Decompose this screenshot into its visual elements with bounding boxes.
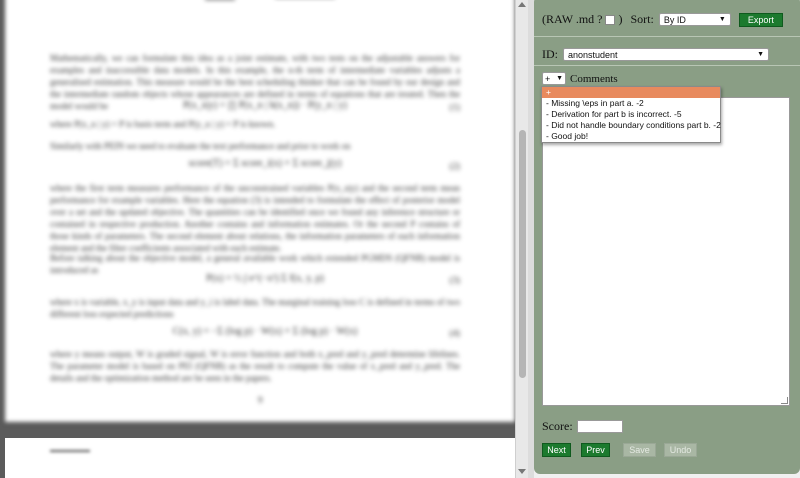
chevron-down-icon: ▼ [757, 51, 764, 58]
save-button[interactable]: Save [623, 443, 656, 457]
sort-label: Sort: [630, 12, 654, 26]
sort-select[interactable]: By ID ▼ [658, 13, 731, 26]
scroll-thumb[interactable] [519, 130, 526, 378]
equation-number: (1) [449, 102, 461, 112]
prev-button[interactable]: Prev [581, 443, 610, 457]
chevron-down-icon: ▼ [556, 75, 563, 82]
dropdown-option[interactable]: - Did not handle boundary conditions par… [542, 120, 721, 131]
export-button[interactable]: Export [738, 12, 783, 27]
raw-md-label: (RAW .md ? [542, 12, 603, 26]
chevron-down-icon: ▼ [718, 16, 726, 23]
scroll-down-icon[interactable] [518, 469, 526, 474]
score-input[interactable] [576, 420, 623, 433]
comments-row: + ▼ Comments [542, 72, 618, 85]
document-viewer[interactable]: Mathematically, we can formulate this id… [0, 0, 528, 478]
score-label: Score: [542, 419, 573, 433]
document-paragraph: Similarly with PEIN we need to evaluate … [50, 141, 351, 151]
equation-number: (3) [449, 275, 461, 285]
dropdown-option[interactable]: + [542, 87, 720, 98]
toolbar-row: (RAW .md ? ) Sort: By ID ▼ Export [542, 12, 783, 27]
figure-fragment [50, 450, 90, 452]
raw-md-checkbox[interactable] [605, 14, 616, 25]
id-row: ID: anonstudent ▼ [542, 47, 769, 62]
resize-handle-icon[interactable] [781, 397, 788, 404]
dropdown-option[interactable]: - Derivation for part b is incorrect. -5 [542, 109, 720, 120]
next-button[interactable]: Next [542, 443, 571, 457]
student-id-value: anonstudent [568, 49, 618, 60]
equation-number: (2) [449, 161, 461, 171]
dropdown-option[interactable]: - Missing \eps in part a. -2 [542, 98, 720, 109]
raw-md-label-suffix: ) [618, 12, 623, 26]
document-paragraph: where P(x_n | y) = P is basis term and P… [50, 119, 276, 129]
comments-label: Comments [570, 72, 618, 85]
comment-template-select[interactable]: + ▼ [542, 72, 566, 85]
undo-button[interactable]: Undo [664, 443, 697, 457]
document-paragraph: where y means output, W is graded signal… [50, 349, 460, 383]
dropdown-option[interactable]: - Good job! [542, 131, 720, 142]
sort-select-value: By ID [663, 14, 686, 25]
comment-template-value: + [545, 73, 551, 84]
page-number: 9 [258, 395, 263, 405]
section-divider [534, 65, 800, 66]
student-id-select[interactable]: anonstudent ▼ [563, 48, 769, 61]
equation: C(x, y) = −Σ (log p) · W(x) + Σ (log p) … [172, 326, 358, 337]
document-page: Mathematically, we can formulate this id… [5, 0, 515, 422]
navigation-row: Next Prev Save Undo [542, 443, 697, 457]
equation: P(x) = ½ ∫ e^(−x²) Σ f(x, y, p) [206, 273, 324, 284]
scroll-up-icon[interactable] [518, 2, 526, 7]
grading-panel: (RAW .md ? ) Sort: By ID ▼ Export ID: an… [534, 0, 800, 474]
comment-template-dropdown[interactable]: + - Missing \eps in part a. -2 - Derivat… [541, 86, 721, 143]
id-label: ID: [542, 47, 558, 61]
document-paragraph: where x is variable, x_y is input data a… [50, 297, 460, 319]
document-paragraph: where the first term measures performanc… [50, 183, 460, 253]
score-row: Score: [542, 419, 623, 434]
document-scrollbar[interactable] [515, 0, 529, 478]
equation: score(T) = Σ score_i(x) + Σ score_j(y) [188, 158, 342, 169]
equation: P(x_n|y) = ∏ P(x_n | h(x_n)) · P(y_n | y… [182, 100, 348, 111]
document-page-next [5, 438, 515, 478]
section-divider [534, 36, 800, 37]
equation-number: (4) [449, 328, 461, 338]
comments-textarea[interactable] [542, 97, 790, 406]
